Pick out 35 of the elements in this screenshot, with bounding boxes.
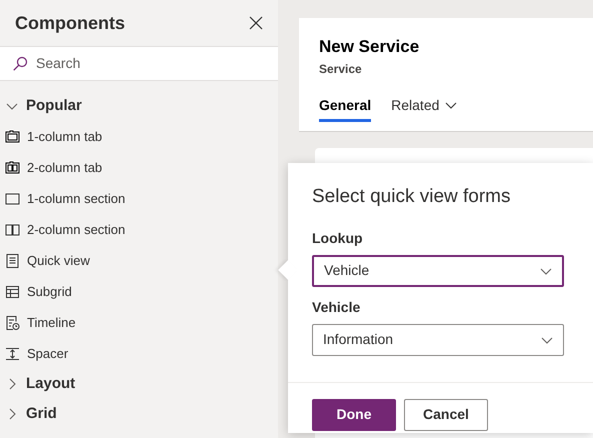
component-item[interactable]: Subgrid	[0, 276, 278, 307]
component-item[interactable]: 1-column section	[0, 183, 278, 214]
dialog-title: Select quick view forms	[312, 185, 512, 209]
component-item[interactable]: Timeline	[0, 307, 278, 338]
two-column-section-icon	[5, 222, 20, 238]
component-item[interactable]: Spacer	[0, 338, 278, 369]
dropdown-field[interactable]: Information	[312, 324, 564, 356]
close-icon	[249, 16, 263, 30]
component-item[interactable]: 2-column tab	[0, 152, 278, 183]
section-header[interactable]: Grid	[0, 399, 278, 429]
search-input[interactable]: Search	[36, 53, 236, 74]
component-item[interactable]: 1-column tab	[0, 121, 278, 152]
search-field[interactable]: Search	[0, 46, 278, 81]
component-item[interactable]: 2-column section	[0, 214, 278, 245]
dropdown-field[interactable]: Vehicle	[312, 254, 564, 286]
section-header[interactable]: Layout	[0, 369, 278, 399]
field-label: Vehicle	[312, 298, 362, 316]
tab-layout-icon	[5, 128, 20, 144]
table-grid-icon	[5, 284, 20, 300]
form-tab[interactable]: Related	[391, 92, 458, 122]
two-column-tab-icon	[5, 160, 20, 176]
cancel-button[interactable]: Cancel	[404, 398, 488, 430]
list-form-icon	[5, 252, 20, 268]
component-item[interactable]: Quick view	[0, 245, 278, 276]
search-icon	[12, 56, 28, 72]
form-tab[interactable]: General	[319, 92, 372, 122]
timeline-clock-icon	[5, 314, 20, 330]
done-button[interactable]: Done	[312, 398, 396, 430]
field-label: Lookup	[312, 228, 364, 248]
form-title: New Service	[319, 36, 420, 58]
panel-title: Components	[15, 12, 125, 35]
spacer-icon	[5, 346, 20, 362]
section-header[interactable]: Popular	[0, 91, 278, 121]
form-subtitle: Service	[319, 60, 363, 78]
section-icon	[5, 190, 20, 206]
